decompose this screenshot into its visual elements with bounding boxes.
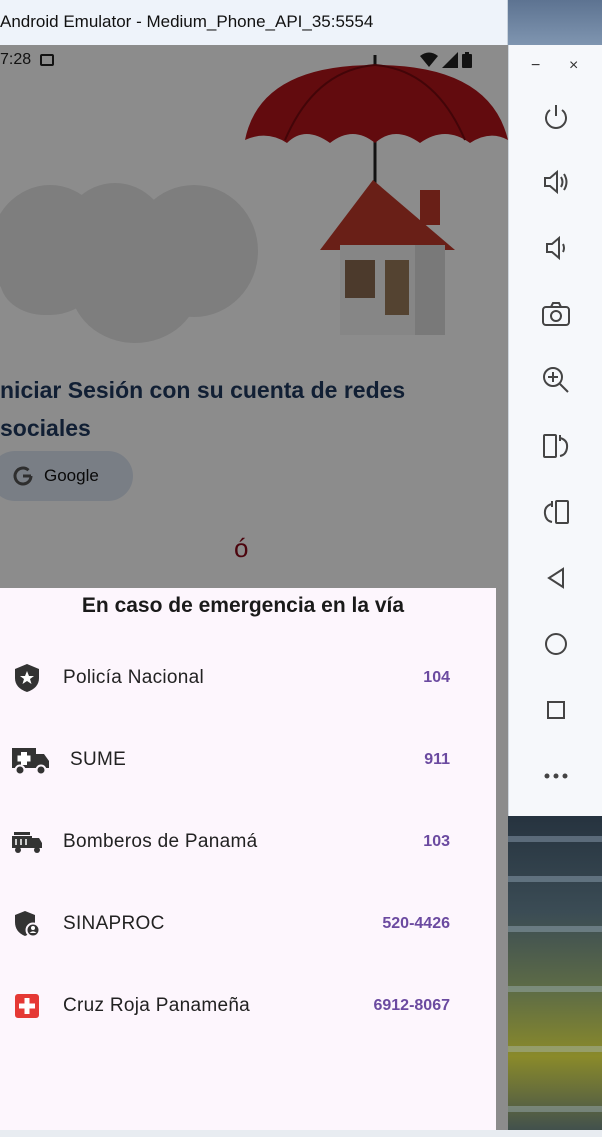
contact-number[interactable]: 911	[424, 751, 450, 769]
taskbar-edge	[0, 1130, 602, 1137]
zoom-button[interactable]	[536, 360, 576, 400]
contact-name: SINAPROC	[63, 913, 165, 934]
volume-down-button[interactable]	[536, 228, 576, 268]
overview-icon	[547, 701, 565, 719]
minimize-button[interactable]: −	[531, 57, 540, 75]
zoom-icon	[543, 367, 569, 393]
red-cross-icon	[10, 988, 44, 1024]
contact-number[interactable]: 103	[423, 833, 450, 851]
back-icon	[547, 567, 564, 589]
contact-name: Cruz Roja Panameña	[63, 995, 251, 1016]
contact-row-policia[interactable]: Policía Nacional 104	[0, 638, 496, 720]
contact-row-sinaproc[interactable]: SINAPROC 520-4426	[0, 884, 496, 966]
desktop-background-top	[508, 0, 602, 45]
rotate-left-icon	[543, 434, 569, 458]
contact-row-cruz-roja[interactable]: Cruz Roja Panameña 6912-8067	[0, 966, 496, 1048]
emulator-title-bar[interactable]: Android Emulator - Medium_Phone_API_35:5…	[0, 0, 508, 45]
contact-number[interactable]: 104	[423, 669, 450, 687]
close-button[interactable]: ×	[569, 57, 578, 75]
contact-name: Bomberos de Panamá	[63, 831, 258, 852]
window-title: Android Emulator - Medium_Phone_API_35:5…	[0, 12, 374, 31]
volume-up-button[interactable]	[536, 162, 576, 202]
power-button[interactable]	[536, 97, 576, 137]
overview-button[interactable]	[536, 690, 576, 730]
power-icon	[545, 105, 567, 129]
more-icon	[544, 773, 568, 779]
desktop-background-bottom	[508, 816, 602, 1137]
emergency-sheet-title: En caso de emergencia en la vía	[81, 594, 405, 617]
police-shield-icon	[10, 660, 44, 696]
emergency-bottom-sheet: En caso de emergencia en la vía Policía …	[0, 588, 496, 1130]
volume-up-icon	[544, 169, 568, 195]
contact-number[interactable]: 6912-8067	[373, 997, 450, 1015]
rotate-left-button[interactable]	[536, 426, 576, 466]
volume-down-icon	[546, 235, 565, 261]
rotate-right-icon	[543, 500, 569, 524]
contact-row-bomberos[interactable]: Bomberos de Panamá 103	[0, 802, 496, 884]
fire-truck-icon	[10, 824, 44, 860]
camera-icon	[542, 302, 570, 326]
ambulance-icon	[10, 742, 50, 778]
contact-name: Policía Nacional	[63, 667, 205, 688]
emulator-side-toolbar: − ×	[508, 45, 602, 816]
phone-screen[interactable]: 7:28 niciar Sesión con su cuenta de rede…	[0, 45, 508, 1130]
more-button[interactable]	[536, 756, 576, 796]
rotate-right-button[interactable]	[536, 492, 576, 532]
home-icon	[545, 633, 567, 655]
civil-protection-shield-icon	[10, 906, 44, 942]
home-button[interactable]	[536, 624, 576, 664]
screen-root: Android Emulator - Medium_Phone_API_35:5…	[0, 0, 602, 1137]
screenshot-button[interactable]	[536, 294, 576, 334]
contact-row-sume[interactable]: SUME 911	[0, 720, 496, 802]
back-button[interactable]	[536, 558, 576, 598]
contact-name: SUME	[70, 749, 127, 770]
contact-number[interactable]: 520-4426	[382, 915, 450, 933]
